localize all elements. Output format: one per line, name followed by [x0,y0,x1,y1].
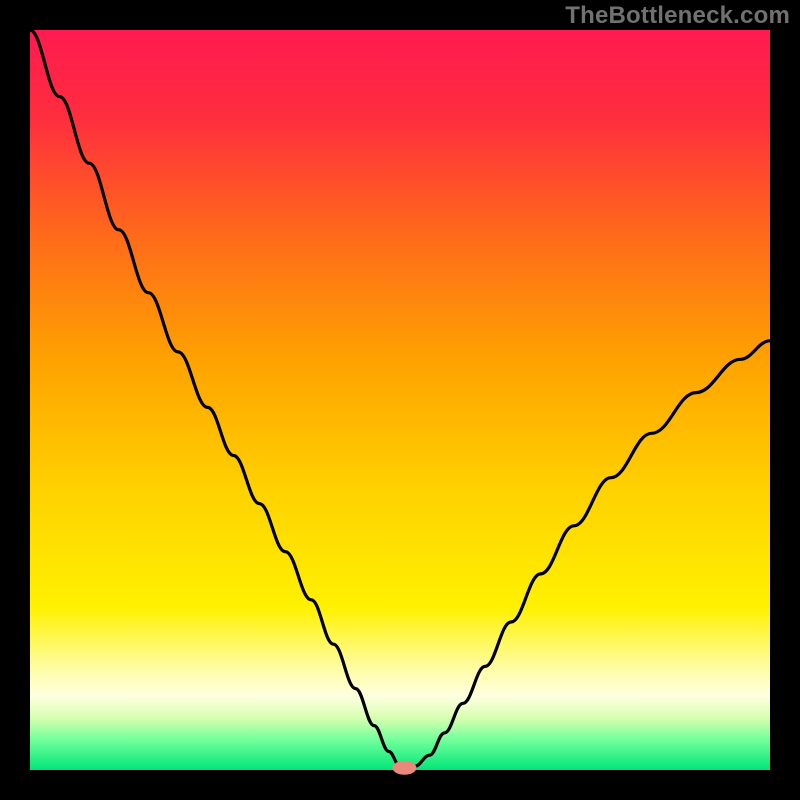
plot-background [30,30,770,770]
chart-svg [0,0,800,800]
optimal-marker [392,761,416,775]
chart-container: { "watermark": "TheBottleneck.com", "gra… [0,0,800,800]
watermark-text: TheBottleneck.com [565,2,790,30]
